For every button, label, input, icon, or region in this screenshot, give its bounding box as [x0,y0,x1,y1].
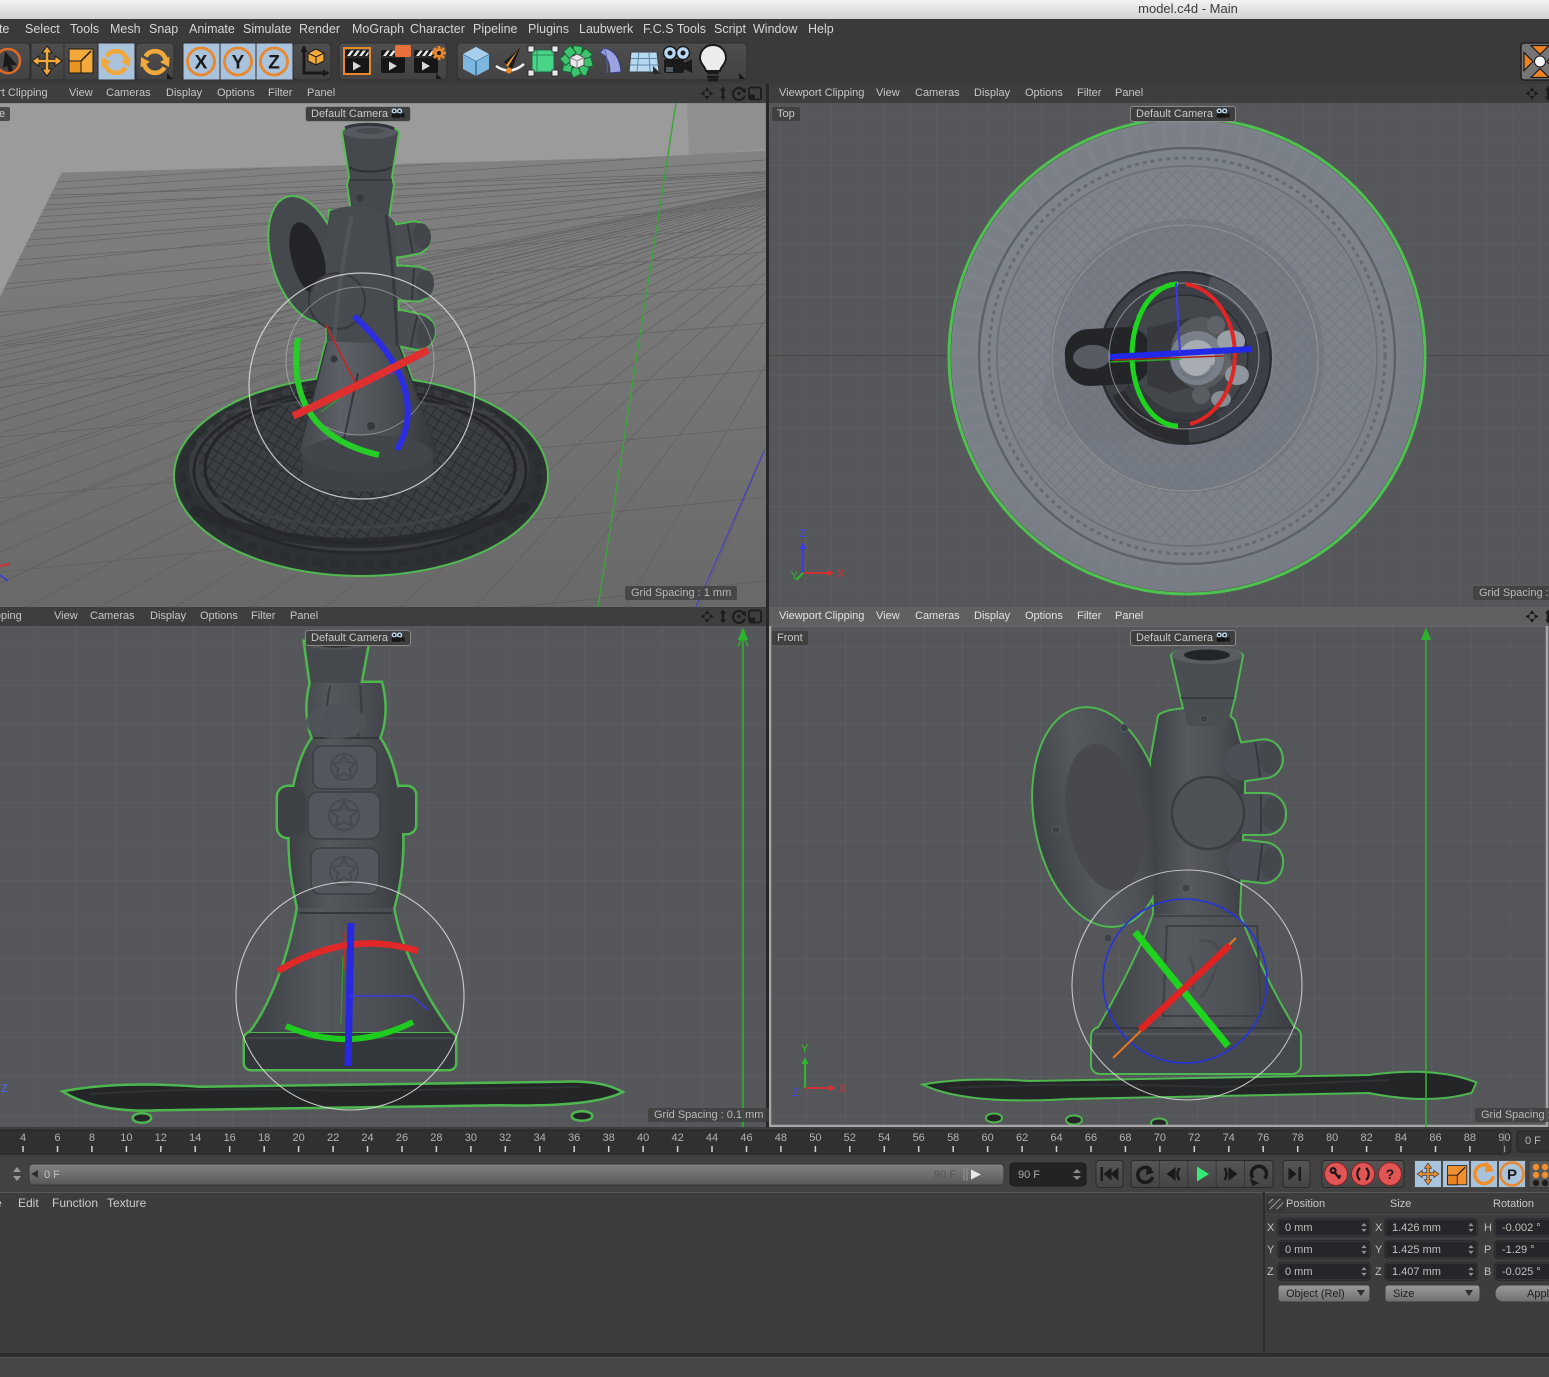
svg-text:H: H [1484,1222,1492,1234]
svg-text:Z: Z [792,1087,799,1099]
svg-text:90 F: 90 F [934,1169,956,1181]
svg-text:28: 28 [430,1132,442,1144]
svg-text:46: 46 [740,1132,752,1144]
svg-text:60: 60 [981,1132,993,1144]
svg-text:80: 80 [1326,1132,1338,1144]
svg-text:6: 6 [54,1132,60,1144]
svg-text:P: P [1507,1167,1517,1184]
svg-text:0 mm: 0 mm [1285,1244,1313,1256]
svg-text:Z: Z [1,1083,8,1095]
svg-text:1.425 mm: 1.425 mm [1392,1244,1441,1256]
svg-text:30: 30 [465,1132,477,1144]
svg-text:P: P [1484,1244,1491,1256]
svg-text:16: 16 [224,1132,236,1144]
svg-text:32: 32 [499,1132,511,1144]
svg-text:0 mm: 0 mm [1285,1266,1313,1278]
svg-text:X: X [195,53,208,74]
svg-text:50: 50 [809,1132,821,1144]
svg-text:0 F: 0 F [44,1169,60,1181]
svg-text:42: 42 [671,1132,683,1144]
svg-text:78: 78 [1292,1132,1304,1144]
svg-text:0 F: 0 F [1525,1135,1541,1147]
svg-text:38: 38 [603,1132,615,1144]
svg-text:Object (Rel): Object (Rel) [1286,1288,1345,1300]
svg-text:84: 84 [1395,1132,1407,1144]
svg-text:Z: Z [1375,1266,1382,1278]
svg-text:34: 34 [534,1132,546,1144]
svg-text:1.407 mm: 1.407 mm [1392,1266,1441,1278]
svg-text:X: X [1375,1222,1383,1234]
svg-text:66: 66 [1085,1132,1097,1144]
svg-text:Z: Z [799,528,806,540]
svg-text:52: 52 [844,1132,856,1144]
svg-text:74: 74 [1223,1132,1235,1144]
svg-text:Y: Y [232,53,245,74]
svg-text:62: 62 [1016,1132,1028,1144]
svg-text:26: 26 [396,1132,408,1144]
svg-text:Y: Y [1375,1244,1383,1256]
svg-text:36: 36 [568,1132,580,1144]
svg-text:44: 44 [706,1132,718,1144]
svg-text:22: 22 [327,1132,339,1144]
svg-text:48: 48 [775,1132,787,1144]
svg-text:20: 20 [292,1132,304,1144]
svg-text:Position: Position [1286,1198,1325,1210]
svg-text:76: 76 [1257,1132,1269,1144]
svg-text:14: 14 [189,1132,201,1144]
svg-text:12: 12 [155,1132,167,1144]
svg-text:-1.29 °: -1.29 ° [1502,1244,1535,1256]
svg-text:68: 68 [1119,1132,1131,1144]
svg-text:Y: Y [791,570,799,582]
svg-text:88: 88 [1464,1132,1476,1144]
svg-text:24: 24 [361,1132,373,1144]
svg-text:X: X [839,1083,847,1095]
svg-text:Size: Size [1393,1288,1414,1300]
svg-text:18: 18 [258,1132,270,1144]
svg-text:B: B [1484,1266,1491,1278]
svg-text:54: 54 [878,1132,890,1144]
svg-text:Size: Size [1390,1198,1411,1210]
svg-text:10: 10 [120,1132,132,1144]
svg-text:1.426 mm: 1.426 mm [1392,1222,1441,1234]
svg-text:Z: Z [1267,1266,1274,1278]
svg-text:-0.002 °: -0.002 ° [1502,1222,1541,1234]
svg-text:Y: Y [801,1043,809,1055]
svg-text:X: X [1267,1222,1275,1234]
svg-text:70: 70 [1154,1132,1166,1144]
svg-text:8: 8 [89,1132,95,1144]
svg-text:0 mm: 0 mm [1285,1222,1313,1234]
svg-text:-0.025 °: -0.025 ° [1502,1266,1541,1278]
svg-text:40: 40 [637,1132,649,1144]
svg-text:90 F: 90 F [1018,1169,1040,1181]
svg-text:Appl: Appl [1527,1288,1549,1300]
svg-text:Rotation: Rotation [1493,1198,1534,1210]
svg-text:Z: Z [268,53,280,74]
svg-text:4: 4 [20,1132,26,1144]
svg-text:Y: Y [1267,1244,1275,1256]
svg-text:58: 58 [947,1132,959,1144]
svg-text:72: 72 [1188,1132,1200,1144]
svg-text:82: 82 [1360,1132,1372,1144]
svg-text:?: ? [1386,1166,1395,1182]
svg-text:86: 86 [1429,1132,1441,1144]
svg-text:64: 64 [1050,1132,1062,1144]
svg-text:X: X [837,568,845,580]
svg-text:56: 56 [913,1132,925,1144]
